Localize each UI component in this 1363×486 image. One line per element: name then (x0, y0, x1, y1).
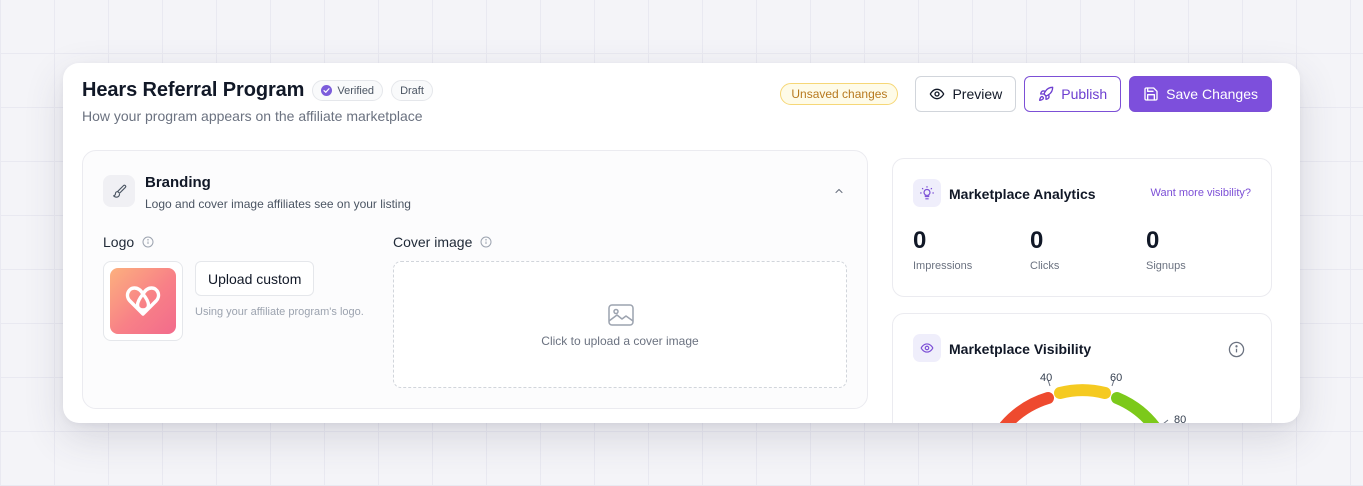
branding-description: Logo and cover image affiliates see on y… (145, 197, 411, 211)
stat-impressions: 0 Impressions (913, 226, 972, 272)
gauge-label-40: 40 (1040, 372, 1052, 384)
upload-custom-button[interactable]: Upload custom (195, 261, 315, 296)
verified-badge: Verified (312, 80, 384, 101)
more-visibility-link[interactable]: Want more visibility? (1151, 187, 1251, 199)
gauge-segment-red (999, 392, 1054, 423)
save-changes-button[interactable]: Save Changes (1129, 76, 1272, 112)
cover-image-dropzone[interactable]: Click to upload a cover image (393, 261, 847, 388)
stat-label: Clicks (1030, 260, 1060, 272)
visibility-panel: Marketplace Visibility 40 60 80 (892, 313, 1272, 423)
title-row: Hears Referral Program Verified Draft (82, 79, 433, 102)
logo-preview[interactable] (103, 261, 183, 341)
cover-image-label: Cover image (393, 234, 473, 250)
unsaved-changes-badge: Unsaved changes (780, 83, 899, 105)
gauge-tick (1163, 419, 1169, 423)
rocket-icon (1039, 86, 1054, 101)
gauge-label-60: 60 (1110, 372, 1122, 384)
save-icon (1144, 87, 1158, 101)
stat-label: Impressions (913, 260, 973, 272)
paintbrush-icon (103, 175, 135, 207)
analytics-title: Marketplace Analytics (949, 186, 1096, 202)
stat-value: 0 (1030, 227, 1044, 254)
upload-hint: Using your affiliate program's logo. (195, 306, 364, 318)
program-card: Hears Referral Program Verified Draft Ho… (63, 63, 1300, 423)
preview-label: Preview (952, 86, 1003, 102)
logo-label-row: Logo (103, 234, 154, 250)
gauge-segment-yellow (1054, 384, 1111, 399)
image-icon (608, 304, 634, 326)
lightbulb-icon (913, 179, 941, 207)
verified-label: Verified (337, 84, 375, 97)
check-icon (321, 85, 333, 96)
cover-label-row: Cover image (393, 234, 492, 250)
stat-clicks: 0 Clicks (1030, 226, 1059, 272)
info-icon[interactable] (142, 236, 154, 248)
save-label: Save Changes (1166, 86, 1258, 102)
publish-label: Publish (1061, 86, 1108, 102)
page-subtitle: How your program appears on the affiliat… (82, 108, 423, 124)
branding-title: Branding (145, 174, 211, 191)
draft-badge: Draft (391, 80, 433, 101)
visibility-gauge: 40 60 80 (999, 372, 1186, 423)
branding-panel: Branding Logo and cover image affiliates… (82, 150, 868, 409)
stat-value: 0 (913, 227, 927, 254)
page-title: Hears Referral Program (82, 79, 305, 101)
gauge-segment-green (1111, 392, 1160, 423)
logo-label: Logo (103, 234, 135, 250)
stat-signups: 0 Signups (1146, 226, 1186, 272)
analytics-panel: Marketplace Analytics Want more visibili… (892, 158, 1272, 297)
cover-upload-text: Click to upload a cover image (541, 334, 699, 348)
stat-label: Signups (1146, 260, 1186, 272)
info-icon[interactable] (480, 236, 492, 248)
chevron-up-icon[interactable] (833, 185, 845, 197)
heart-logo-icon (125, 286, 161, 316)
stat-value: 0 (1146, 227, 1160, 254)
header-actions: Unsaved changes Preview Publish Save Cha… (780, 76, 1272, 112)
eye-icon (930, 88, 945, 100)
preview-button[interactable]: Preview (915, 76, 1017, 112)
program-logo (110, 268, 176, 334)
gauge-label-80: 80 (1174, 414, 1186, 423)
publish-button[interactable]: Publish (1024, 76, 1122, 112)
